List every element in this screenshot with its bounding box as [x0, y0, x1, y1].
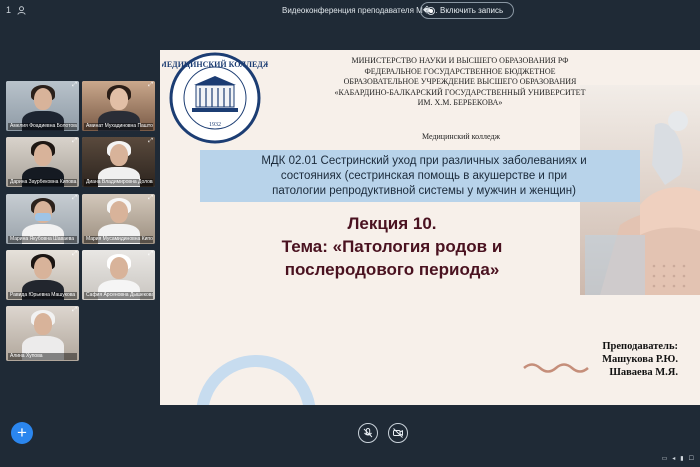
expand-icon[interactable]: ⤢ [72, 82, 77, 89]
microphone-muted-icon [363, 428, 373, 438]
participant-tile[interactable]: ⤢ Марина Якубовна Шаваева [6, 194, 79, 244]
plus-icon: + [17, 423, 27, 442]
volume-icon[interactable]: ◂ [672, 455, 675, 462]
svg-text:МЕДИЦИНСКИЙ КОЛЛЕДЖ: МЕДИЦИНСКИЙ КОЛЛЕДЖ [162, 60, 268, 69]
participant-name: Дарина Заурбековна Кипова [8, 179, 77, 186]
expand-icon[interactable]: ⤢ [72, 251, 77, 258]
participant-tile[interactable]: ⤢ Аминат Мухадиновна Паштова [82, 81, 155, 131]
participant-name: Марина Якубовна Шаваева [8, 236, 77, 243]
teacher-info: Преподаватель: Машукова Р.Ю. Шаваева М.Я… [602, 341, 678, 378]
notification-icon[interactable]: ☐ [689, 455, 694, 462]
expand-icon[interactable]: ⤢ [72, 307, 77, 314]
conference-title: Видеоконференция преподавателя М�... [282, 6, 438, 15]
network-icon[interactable]: ▭ [662, 455, 668, 462]
user-icon [17, 5, 26, 15]
record-button[interactable]: Включить запись [420, 2, 515, 19]
participant-tile[interactable]: ⤢ Дарина Заурбековна Кипова [6, 137, 79, 187]
participant-name: Аминат Мухадиновна Паштова [84, 123, 153, 130]
decorative-wave [523, 363, 589, 373]
record-icon [427, 6, 435, 15]
participant-tile[interactable]: ⤢ Амелия Фоадиевна Болотова [6, 81, 79, 131]
presentation-slide: МЕДИЦИНСКИЙ КОЛЛЕДЖ 1932 МИНИСТЕРСТВО НА… [160, 50, 700, 405]
participant-name: Амелия Фоадиевна Болотова [8, 123, 77, 130]
participant-name: Сафия Арсеновна Дышекова [84, 292, 153, 299]
microphone-button[interactable] [358, 423, 378, 443]
expand-icon[interactable]: ⤢ [72, 138, 77, 145]
college-name: Медицинский колледж [422, 132, 501, 141]
decorative-dots [652, 264, 686, 288]
participant-name: Алина Хупова [8, 353, 77, 360]
participant-tile[interactable]: ⤢ Алина Хупова [6, 306, 79, 361]
college-logo: МЕДИЦИНСКИЙ КОЛЛЕДЖ 1932 [162, 52, 268, 144]
participant-name: Диана Владимировна Долова [84, 179, 153, 186]
system-tray: ▭ ◂ ▮ ☐ [662, 455, 694, 462]
battery-icon[interactable]: ▮ [680, 455, 683, 462]
expand-icon[interactable]: ⤢ [148, 195, 153, 202]
expand-icon[interactable]: ⤢ [148, 251, 153, 258]
counter-value: 1 [6, 5, 12, 15]
participant-tile[interactable]: ⤢ Диана Владимировна Долова [82, 137, 155, 187]
top-bar: 1 Видеоконференция преподавателя М�... В… [0, 0, 700, 22]
participant-tile[interactable]: ⤢ Равида Юрьевна Машукова [6, 250, 79, 300]
participants-counter[interactable]: 1 [6, 5, 26, 15]
camera-button[interactable] [388, 423, 408, 443]
participant-name: Мария Мусамидиновна Кипова [84, 236, 153, 243]
expand-icon[interactable]: ⤢ [148, 138, 153, 145]
ministry-header: МИНИСТЕРСТВО НАУКИ И ВЫСШЕГО ОБРАЗОВАНИЯ… [334, 56, 586, 107]
participant-tile[interactable]: ⤢ Мария Мусамидиновна Кипова [82, 194, 155, 244]
decorative-arc [196, 355, 316, 405]
expand-icon[interactable]: ⤢ [72, 195, 77, 202]
svg-text:1932: 1932 [209, 122, 221, 128]
expand-icon[interactable]: ⤢ [148, 82, 153, 89]
participant-name: Равида Юрьевна Машукова [8, 292, 77, 299]
participant-tile[interactable]: ⤢ Сафия Арсеновна Дышекова [82, 250, 155, 300]
module-title: МДК 02.01 Сестринский уход при различных… [261, 155, 587, 197]
record-label: Включить запись [440, 6, 504, 15]
lecture-title: Лекция 10. Тема: «Патология родов и посл… [281, 214, 503, 279]
camera-off-icon [393, 428, 403, 438]
add-button[interactable]: + [11, 422, 33, 444]
